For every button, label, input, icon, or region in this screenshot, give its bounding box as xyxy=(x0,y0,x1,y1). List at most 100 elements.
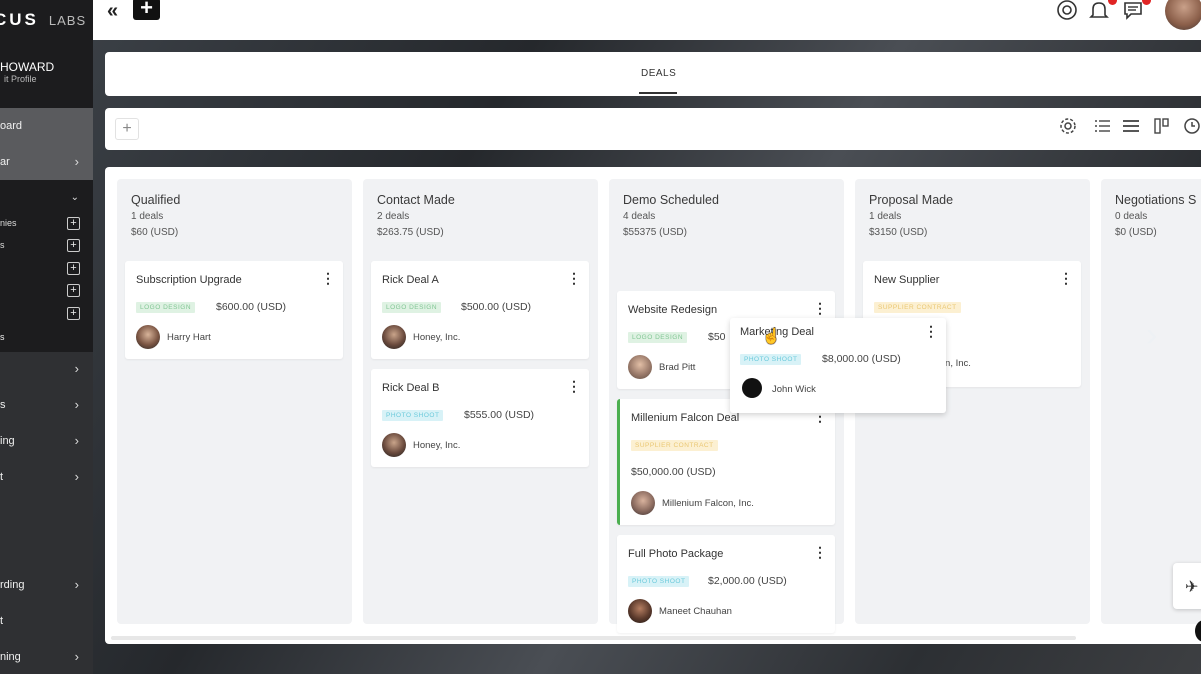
sidebar-item-6[interactable]: s › xyxy=(0,395,93,417)
user-name: HOWARD xyxy=(0,60,55,74)
deal-title: Full Photo Package xyxy=(628,548,724,560)
more-options-icon[interactable]: ⋮ xyxy=(567,271,581,285)
add-icon[interactable]: + xyxy=(67,262,80,275)
sidebar-subitem-3[interactable]: + xyxy=(0,260,93,278)
chevron-right-icon: › xyxy=(74,361,79,376)
user-panel: HOWARD it Profile xyxy=(0,40,93,108)
deal-title: Subscription Upgrade xyxy=(136,274,242,286)
sidebar-item-s[interactable]: s xyxy=(0,328,93,350)
sidebar-item-9[interactable]: rding › xyxy=(0,575,93,597)
column-deal-count: 4 deals xyxy=(623,211,656,222)
pipeline-column-negotiations: Negotiations S 0 deals $0 (USD) xyxy=(1101,179,1201,624)
deal-amount: $50 xyxy=(708,331,726,343)
kanban-view-icon[interactable] xyxy=(1151,117,1173,139)
more-options-icon[interactable]: ⋮ xyxy=(813,301,827,315)
edit-profile-link[interactable]: it Profile xyxy=(4,74,93,84)
user-avatar[interactable] xyxy=(1165,0,1201,30)
collapse-sidebar-icon[interactable]: « xyxy=(107,0,118,23)
sidebar-item-10[interactable]: t xyxy=(0,611,93,633)
sidebar-item-5[interactable]: › xyxy=(0,359,93,381)
horizontal-scrollbar[interactable] xyxy=(111,636,1076,640)
deal-title: Website Redesign xyxy=(628,304,718,316)
deal-card[interactable]: Rick Deal A ⋮ LOGO DESIGN $500.00 (USD) … xyxy=(371,261,589,359)
chevron-right-icon: › xyxy=(74,577,79,592)
message-badge xyxy=(1142,0,1151,5)
column-deal-count: 1 deals xyxy=(869,211,902,222)
sidebar-item-dashboard[interactable]: oard xyxy=(0,116,93,138)
deal-tag: SUPPLIER CONTRACT xyxy=(874,302,961,313)
column-total: $263.75 (USD) xyxy=(377,227,444,238)
settings-icon[interactable] xyxy=(1057,117,1079,139)
chevron-right-icon: › xyxy=(74,397,79,412)
chevron-right-icon: › xyxy=(74,433,79,448)
add-icon[interactable]: + xyxy=(67,217,80,230)
deal-contact: John Wick xyxy=(772,384,816,395)
sidebar-subitem-companies[interactable]: nies + xyxy=(0,215,93,233)
deal-card[interactable]: Subscription Upgrade ⋮ LOGO DESIGN $600.… xyxy=(125,261,343,359)
chevron-right-icon: › xyxy=(74,649,79,664)
pipeline-column-contact-made: Contact Made 2 deals $263.75 (USD) Rick … xyxy=(363,179,598,624)
column-title: Demo Scheduled xyxy=(623,193,719,207)
support-icon[interactable] xyxy=(1055,0,1079,22)
sidebar-item-11[interactable]: ning › xyxy=(0,647,93,669)
deal-title: New Supplier xyxy=(874,274,940,286)
contact-avatar xyxy=(631,491,655,515)
more-options-icon[interactable]: ⋮ xyxy=(567,379,581,393)
brand-logo[interactable]: CUS LABS xyxy=(0,0,93,40)
add-deal-button[interactable]: + xyxy=(115,118,139,140)
more-options-icon[interactable]: ⋮ xyxy=(924,324,938,338)
list-view-icon[interactable] xyxy=(1091,117,1113,139)
deal-contact: Honey, Inc. xyxy=(413,332,461,343)
tab-deals[interactable]: DEALS xyxy=(641,68,676,79)
drag-cursor-icon: ☝ xyxy=(762,328,781,345)
column-total: $55375 (USD) xyxy=(623,227,687,238)
sidebar-subitem-2[interactable]: s + xyxy=(0,237,93,255)
contact-avatar xyxy=(382,433,406,457)
deal-title: Rick Deal B xyxy=(382,382,440,394)
chevron-down-icon: ⌄ xyxy=(70,192,79,203)
deals-board: Qualified 1 deals $60 (USD) Subscription… xyxy=(105,167,1201,644)
deal-card[interactable]: Rick Deal B ⋮ PHOTO SHOOT $555.00 (USD) … xyxy=(371,369,589,467)
deal-amount: $2,000.00 (USD) xyxy=(708,575,787,587)
more-options-icon[interactable]: ⋮ xyxy=(813,545,827,559)
sidebar-subitem-4[interactable]: + xyxy=(0,282,93,300)
deal-card[interactable]: Millenium Falcon Deal ⋮ SUPPLIER CONTRAC… xyxy=(617,399,835,525)
pin-panel-icon[interactable]: ✈ xyxy=(1173,563,1201,609)
column-total: $0 (USD) xyxy=(1115,227,1157,238)
deal-tag: LOGO DESIGN xyxy=(628,332,688,343)
column-title: Qualified xyxy=(131,193,181,207)
sidebar: CUS LABS HOWARD it Profile oard ar › ⌄ n… xyxy=(0,0,93,674)
chat-icon[interactable] xyxy=(1121,0,1151,22)
tabs-bar: DEALS xyxy=(105,52,1201,96)
sidebar-item-calendar[interactable]: ar › xyxy=(0,152,93,174)
active-tab-indicator xyxy=(639,92,677,94)
add-icon[interactable]: + xyxy=(67,284,80,297)
more-options-icon[interactable]: ⋮ xyxy=(1059,271,1073,285)
refresh-icon[interactable] xyxy=(1181,117,1201,139)
deal-amount: $600.00 (USD) xyxy=(216,301,287,313)
chevron-right-icon: › xyxy=(74,469,79,484)
add-icon[interactable]: + xyxy=(67,239,80,252)
column-deal-count: 2 deals xyxy=(377,211,410,222)
deal-tag: SUPPLIER CONTRACT xyxy=(631,440,718,451)
bell-icon[interactable] xyxy=(1087,0,1117,22)
deal-contact: Brad Pitt xyxy=(659,362,696,373)
compact-list-icon[interactable] xyxy=(1120,117,1142,139)
deal-card[interactable]: Full Photo Package ⋮ PHOTO SHOOT $2,000.… xyxy=(617,535,835,633)
top-bar: « + xyxy=(93,0,1201,40)
sidebar-item-7[interactable]: ing › xyxy=(0,431,93,453)
add-icon[interactable]: + xyxy=(67,307,80,320)
column-title: Negotiations S xyxy=(1115,193,1197,207)
deal-amount: $555.00 (USD) xyxy=(464,409,535,421)
sidebar-item-group-header[interactable]: ⌄ xyxy=(0,188,93,210)
sidebar-item-8[interactable]: t › xyxy=(0,467,93,489)
chevron-right-icon: › xyxy=(74,154,79,169)
logo-mark: CUS xyxy=(0,10,39,29)
more-options-icon[interactable]: ⋮ xyxy=(321,271,335,285)
scroll-right-icon[interactable]: › xyxy=(1146,316,1157,355)
sidebar-expanded-group: ⌄ nies + s + + + + s xyxy=(0,180,93,352)
quick-add-button[interactable]: + xyxy=(133,0,160,20)
sidebar-subitem-5[interactable]: + xyxy=(0,305,93,323)
deal-tag: LOGO DESIGN xyxy=(136,302,196,313)
notification-badge xyxy=(1108,0,1117,5)
